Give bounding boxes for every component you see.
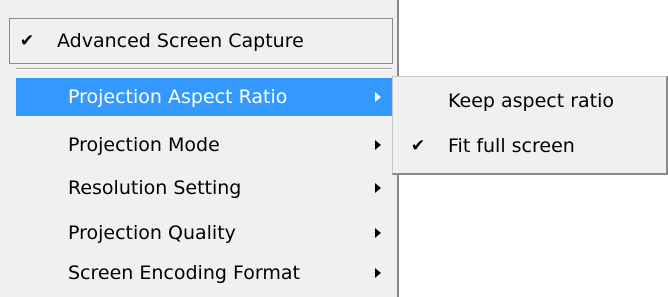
menu-item-label: Projection Aspect Ratio [68, 86, 288, 108]
submenu-arrow-icon [375, 140, 381, 150]
menu-item-projection-quality[interactable]: Projection Quality [16, 214, 392, 252]
submenu-arrow-icon [375, 183, 381, 193]
menu-item-label: Projection Mode [68, 134, 220, 156]
submenu-item-label: Keep aspect ratio [448, 90, 615, 112]
menu-item-label: Screen Encoding Format [68, 262, 300, 284]
submenu-arrow-icon [375, 92, 381, 102]
menu-item-resolution-setting[interactable]: Resolution Setting [16, 169, 392, 207]
menu-item-label: Resolution Setting [68, 177, 242, 199]
submenu-item-label: Fit full screen [448, 135, 575, 157]
checkmark-icon: ✔ [19, 31, 35, 51]
advanced-screen-capture-item[interactable]: ✔ Advanced Screen Capture [9, 18, 393, 64]
menu-item-projection-mode[interactable]: Projection Mode [16, 126, 392, 164]
menu-item-label: Projection Quality [68, 222, 236, 244]
submenu-arrow-icon [375, 228, 381, 238]
submenu-item-keep-aspect-ratio[interactable]: Keep aspect ratio [401, 81, 667, 121]
checkmark-icon: ✔ [410, 136, 426, 156]
menu-separator [16, 68, 392, 70]
context-menu: ✔ Advanced Screen Capture Projection Asp… [0, 0, 399, 297]
menu-item-projection-aspect-ratio[interactable]: Projection Aspect Ratio [16, 78, 392, 116]
submenu-arrow-icon [375, 268, 381, 278]
menu-item-screen-encoding-format[interactable]: Screen Encoding Format [16, 254, 392, 292]
advanced-screen-capture-label: Advanced Screen Capture [57, 30, 304, 52]
submenu-item-fit-full-screen[interactable]: ✔ Fit full screen [401, 126, 667, 166]
aspect-ratio-submenu: Keep aspect ratio ✔ Fit full screen [392, 76, 668, 175]
